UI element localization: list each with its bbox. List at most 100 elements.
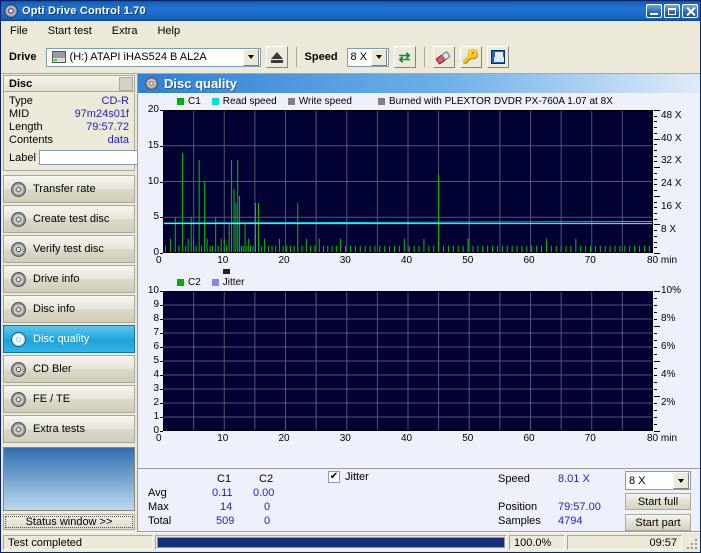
sidebar-item-extra-tests[interactable]: Extra tests <box>3 415 135 443</box>
disc-group-title: Disc <box>9 77 33 90</box>
y-axis-tick <box>160 403 163 404</box>
x-axis-tick-label: 40 <box>401 433 413 444</box>
chart-legend: C1 Read speed Write speed <box>177 96 352 107</box>
title-bar: Opti Drive Control 1.70 <box>1 1 700 21</box>
stats-avg-c2: 0.00 <box>253 487 275 499</box>
y2-axis-ruler <box>654 291 660 432</box>
sidebar-item-cd-bler[interactable]: CD Bler <box>3 355 135 383</box>
erase-button[interactable] <box>432 46 455 68</box>
content-pane: Disc quality C1 Read speed Write speed Burn… <box>137 74 700 532</box>
c2-jitter-chart <box>163 291 653 431</box>
menu-help[interactable]: Help <box>154 24 183 38</box>
status-window-area: Status window >> <box>3 447 135 530</box>
progress-percent: 100.0% <box>509 535 565 550</box>
y-axis-tick <box>160 389 163 390</box>
legend-label: Read speed <box>222 96 277 107</box>
y-axis-tick <box>160 253 163 254</box>
legend-swatch <box>211 98 219 105</box>
disc-group-header: Disc <box>3 75 135 91</box>
y-axis-tick <box>160 217 163 219</box>
refresh-button[interactable]: ⇄ <box>393 46 416 68</box>
x-axis-tick-label: 80 min <box>647 255 678 266</box>
x-axis-tick-label: 30 <box>339 433 351 444</box>
x-axis-tick-label: 40 <box>401 255 413 266</box>
maximize-button[interactable] <box>664 4 680 18</box>
disc-collapse-box[interactable] <box>119 76 133 91</box>
x-axis-tick-label: 20 <box>278 433 290 444</box>
sidebar-item-drive-info[interactable]: Drive info <box>3 265 135 293</box>
speed-select[interactable]: 8 X <box>346 47 389 67</box>
speed-readout-label: Speed <box>498 473 530 485</box>
save-icon <box>490 50 505 64</box>
chevron-down-icon[interactable] <box>242 48 259 66</box>
stats-total-c1: 509 <box>216 515 235 527</box>
legend-swatch <box>177 98 184 105</box>
jitter-checkbox-row[interactable]: ✔ Jitter <box>328 471 369 483</box>
key-button[interactable]: 🔑 <box>459 46 482 68</box>
test-speed-select[interactable]: 8 X <box>625 471 691 490</box>
window-title: Opti Drive Control 1.70 <box>22 5 146 17</box>
eject-button[interactable] <box>265 46 288 68</box>
disc-info-box: Type CD-R MID 97m24s01f Length 79:57.72 … <box>3 91 207 171</box>
minimize-button[interactable] <box>646 4 662 18</box>
sidebar-item-label: Transfer rate <box>33 183 96 195</box>
progress-cell <box>155 535 507 550</box>
disc-mid-value: 97m24s01f <box>74 108 129 120</box>
disc-quality-icon <box>145 77 158 90</box>
menu-extra[interactable]: Extra <box>109 24 141 38</box>
x-axis-tick-label: 60 <box>523 433 535 444</box>
menu-file[interactable]: File <box>7 24 31 38</box>
sidebar-item-disc-info[interactable]: Disc info <box>3 295 135 323</box>
legend-swatch <box>177 279 184 286</box>
y-axis-tick-label: 3 <box>153 383 159 394</box>
resize-grip[interactable] <box>684 536 698 550</box>
jitter-checkbox[interactable]: ✔ <box>328 471 340 483</box>
disc-row-mid: MID 97m24s01f <box>9 108 129 121</box>
menu-bar: File Start test Extra Help <box>1 21 700 41</box>
x-axis-tick-label: 10 <box>217 255 229 266</box>
sidebar-item-create-test-disc[interactable]: Create test disc <box>3 205 135 233</box>
y-axis-tick-label: 8 <box>153 313 159 324</box>
app-window: Opti Drive Control 1.70 File Start test … <box>0 0 701 553</box>
y-axis-tick-label: 5 <box>153 355 159 366</box>
sidebar-item-label: Create test disc <box>33 213 110 225</box>
disc-icon <box>11 421 26 437</box>
y-axis-tick-label: 6 <box>153 341 159 352</box>
disc-row-length: Length 79:57.72 <box>9 121 129 134</box>
chevron-down-icon[interactable] <box>673 472 689 489</box>
annotation-swatch <box>378 98 385 105</box>
y-axis-tick-label: 5 <box>153 211 159 223</box>
x-axis-tick-label: 70 <box>584 433 596 444</box>
samples-value: 4794 <box>558 515 583 527</box>
jitter-checkbox-label: Jitter <box>345 471 369 483</box>
chevron-down-icon[interactable] <box>370 48 387 66</box>
close-button[interactable] <box>682 4 698 18</box>
status-window-button[interactable]: Status window >> <box>3 514 135 530</box>
progress-fill <box>158 538 504 547</box>
stats-panel: C1 C2 Avg 0.11 0.00 Max 14 0 Total 509 0… <box>138 468 700 531</box>
x-axis-tick-label: 10 <box>217 433 229 444</box>
sidebar-item-label: Verify test disc <box>33 243 104 255</box>
legend-label: Write speed <box>298 96 352 107</box>
start-full-button[interactable]: Start full <box>625 493 691 510</box>
disc-row-type: Type CD-R <box>9 95 129 108</box>
start-part-button[interactable]: Start part <box>625 514 691 531</box>
x-axis-tick-label: 50 <box>462 433 474 444</box>
y2-axis-tick-label: 10% <box>661 285 682 296</box>
sidebar-item-fe-te[interactable]: FE / TE <box>3 385 135 413</box>
drive-label: Drive <box>9 51 37 63</box>
y-axis-tick-label: 15 <box>147 139 159 151</box>
x-axis-tick-label: 20 <box>278 255 290 266</box>
main-body: Disc Type CD-R MID 97m24s01f Length 79:5… <box>1 74 700 532</box>
y-axis-tick-label: 7 <box>153 327 159 338</box>
stats-row-avg-label: Avg <box>148 487 167 499</box>
sidebar-item-verify-test-disc[interactable]: Verify test disc <box>3 235 135 263</box>
sidebar-item-transfer-rate[interactable]: Transfer rate <box>3 175 135 203</box>
stats-row-total-label: Total <box>148 515 172 527</box>
drive-select[interactable]: (H:) ATAPI iHAS524 B AL2A <box>45 47 261 67</box>
sidebar-item-disc-quality[interactable]: Disc quality <box>3 325 135 353</box>
y2-axis-tick-label: 6% <box>661 341 676 352</box>
y2-axis-tick-label: 40 X <box>661 132 682 144</box>
menu-start-test[interactable]: Start test <box>45 24 95 38</box>
save-button[interactable] <box>486 46 509 68</box>
